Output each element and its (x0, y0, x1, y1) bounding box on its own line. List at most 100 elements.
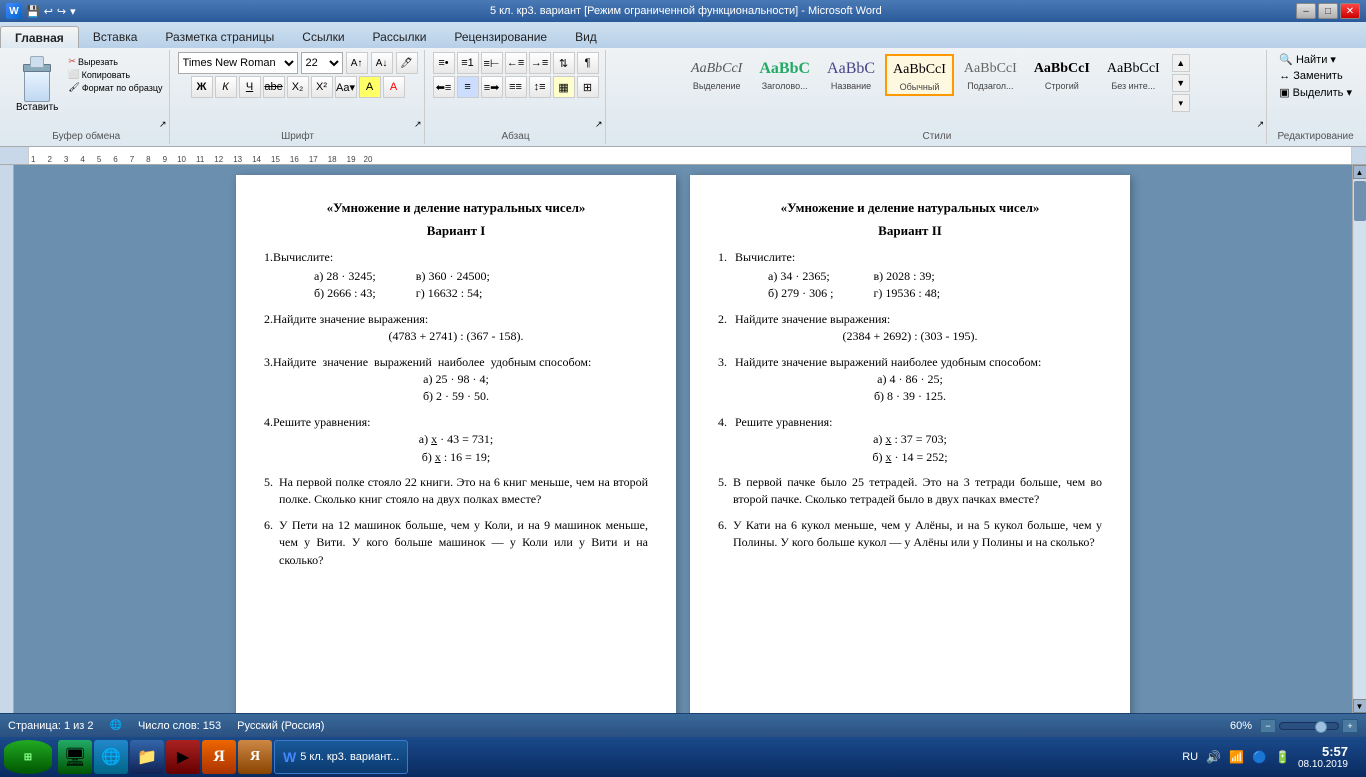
styles-scroll-up[interactable]: ▲ (1172, 54, 1190, 72)
ribbon-content: Вставить ✂Вырезать ⬜Копировать 🖌Формат п… (0, 48, 1366, 146)
sort-button[interactable]: ⇅ (553, 52, 575, 74)
page-2: «Умножение и деление натуральных чисел» … (690, 175, 1130, 713)
page2-task2-num: 2. (718, 311, 727, 328)
page1-task1-items: а) 28 · 3245; б) 2666 : 43; в) 360 · 245… (264, 268, 648, 303)
taskbar-media[interactable]: ▶ (166, 740, 200, 774)
copy-button[interactable]: ⬜Копировать (68, 69, 162, 80)
style-heading1[interactable]: AaBbC Заголово... (752, 54, 817, 94)
tab-view[interactable]: Вид (561, 26, 611, 48)
taskbar-battery[interactable]: 🔋 (1275, 750, 1290, 765)
close-button[interactable]: ✕ (1340, 3, 1360, 19)
find-button[interactable]: 🔍 Найти ▾ (1275, 52, 1356, 67)
styles-expand[interactable]: ↗ (1257, 119, 1265, 130)
zoom-out-button[interactable]: − (1260, 719, 1276, 733)
cut-button[interactable]: ✂Вырезать (68, 56, 162, 67)
font-name-select[interactable]: Times New Roman (178, 52, 298, 74)
para-expand[interactable]: ↗ (595, 119, 603, 130)
justify-button[interactable]: ≡≡ (505, 76, 527, 98)
taskbar-lang[interactable]: RU (1182, 751, 1198, 763)
tab-layout[interactable]: Разметка страницы (151, 26, 288, 48)
font-size-select[interactable]: 22 (301, 52, 343, 74)
highlight-button[interactable]: A (359, 76, 381, 98)
decrease-indent-button[interactable]: ←≡ (505, 52, 527, 74)
redo-quick[interactable]: ↪ (57, 5, 66, 18)
style-nospacing[interactable]: AaBbCcI Без инте... (1100, 54, 1167, 94)
scroll-thumb[interactable] (1354, 181, 1366, 221)
bullet-list-button[interactable]: ≡• (433, 52, 455, 74)
style-normal[interactable]: AaBbCcI Обычный (885, 54, 954, 96)
superscript-button[interactable]: X² (311, 76, 333, 98)
select-button[interactable]: ▣ Выделить ▾ (1275, 85, 1356, 100)
zoom-in-button[interactable]: + (1342, 719, 1358, 733)
word-icon: 🌐 (110, 720, 122, 731)
page2-task2-intro-row: 2. Найдите значение выражения: (718, 311, 1102, 328)
save-quick[interactable]: 💾 (26, 5, 40, 18)
subscript-button[interactable]: X₂ (287, 76, 309, 98)
tab-home[interactable]: Главная (0, 26, 79, 48)
taskbar-clock: 5:57 08.10.2019 (1298, 744, 1348, 770)
styles-more[interactable]: ▾ (1172, 94, 1190, 112)
styles-scroll-down[interactable]: ▼ (1172, 74, 1190, 92)
paste-button[interactable]: Вставить (10, 52, 64, 117)
taskbar-yandex2[interactable]: Я (238, 740, 272, 774)
maximize-button[interactable]: □ (1318, 3, 1338, 19)
scroll-down-button[interactable]: ▼ (1353, 699, 1366, 713)
document-scroll-area[interactable]: «Умножение и деление натуральных чисел» … (14, 165, 1352, 713)
tab-mailings[interactable]: Рассылки (359, 26, 441, 48)
taskbar-network[interactable]: 📶 (1229, 750, 1244, 765)
font-shrink-button[interactable]: A↓ (371, 52, 393, 74)
taskbar-bluetooth[interactable]: 🔵 (1252, 750, 1267, 765)
taskbar-volume[interactable]: 🔊 (1206, 750, 1221, 765)
tab-references[interactable]: Ссылки (288, 26, 358, 48)
numbered-list-button[interactable]: ≡1 (457, 52, 479, 74)
bold-button[interactable]: Ж (191, 76, 213, 98)
align-left-button[interactable]: ⬅≡ (433, 76, 455, 98)
border-button[interactable]: ⊞ (577, 76, 599, 98)
zoom-slider-track[interactable] (1279, 722, 1339, 730)
language[interactable]: Русский (Россия) (237, 720, 324, 732)
style-subtitle[interactable]: AaBbCcI Подзагол... (957, 54, 1024, 94)
tab-insert[interactable]: Вставка (79, 26, 152, 48)
italic-button[interactable]: К (215, 76, 237, 98)
taskbar-explorer[interactable]: 🖥 (58, 740, 92, 774)
shading-button[interactable]: ▦ (553, 76, 575, 98)
clear-format-button[interactable]: 🖊 (396, 52, 418, 74)
page1-task6-num: 6. (264, 517, 273, 569)
font-grow-button[interactable]: A↑ (346, 52, 368, 74)
horizontal-ruler[interactable]: 1234567891011121314151617181920 (28, 147, 1352, 164)
style-title[interactable]: AaBbC Название (820, 54, 882, 94)
taskbar-yandex[interactable]: Я (202, 740, 236, 774)
styles-list: AaBbCcI Выделение AaBbC Заголово... AaBb… (684, 52, 1190, 128)
undo-quick[interactable]: ↩ (44, 5, 53, 18)
clipboard-expand[interactable]: ↗ (159, 119, 167, 130)
style-strong[interactable]: AaBbCcI Строгий (1027, 54, 1097, 94)
tab-review[interactable]: Рецензирование (440, 26, 561, 48)
underline-button[interactable]: Ч (239, 76, 261, 98)
style-selection[interactable]: AaBbCcI Выделение (684, 54, 749, 94)
scroll-track[interactable] (1354, 179, 1366, 699)
font-expand[interactable]: ↗ (414, 119, 422, 130)
taskbar-ie[interactable]: 🌐 (94, 740, 128, 774)
multilevel-list-button[interactable]: ≡⊢ (481, 52, 503, 74)
align-center-button[interactable]: ≡ (457, 76, 479, 98)
start-button[interactable]: ⊞ (4, 740, 52, 774)
taskbar-folder[interactable]: 📁 (130, 740, 164, 774)
scrollbar[interactable]: ▲ ▼ (1352, 165, 1366, 713)
format-painter-button[interactable]: 🖌Формат по образцу (68, 82, 162, 93)
case-button[interactable]: Aa▾ (335, 76, 357, 98)
font-color-button[interactable]: A (383, 76, 405, 98)
minimize-button[interactable]: – (1296, 3, 1316, 19)
page1-task3-a: а) 25 · 98 · 4; (264, 371, 648, 388)
increase-indent-button[interactable]: →≡ (529, 52, 551, 74)
replace-button[interactable]: ↔ Заменить (1275, 69, 1356, 83)
align-right-button[interactable]: ≡➡ (481, 76, 503, 98)
page-info: Страница: 1 из 2 (8, 720, 94, 732)
clipboard-items: ✂Вырезать ⬜Копировать 🖌Формат по образцу (68, 52, 162, 93)
show-marks-button[interactable]: ¶ (577, 52, 599, 74)
line-spacing-button[interactable]: ↕≡ (529, 76, 551, 98)
zoom-slider-thumb[interactable] (1315, 721, 1327, 733)
strikethrough-button[interactable]: abe (263, 76, 285, 98)
font-name-row: Times New Roman 22 A↑ A↓ 🖊 (178, 52, 418, 74)
scroll-up-button[interactable]: ▲ (1353, 165, 1366, 179)
taskbar-word[interactable]: W 5 кл. кр3. вариант... (274, 740, 408, 774)
